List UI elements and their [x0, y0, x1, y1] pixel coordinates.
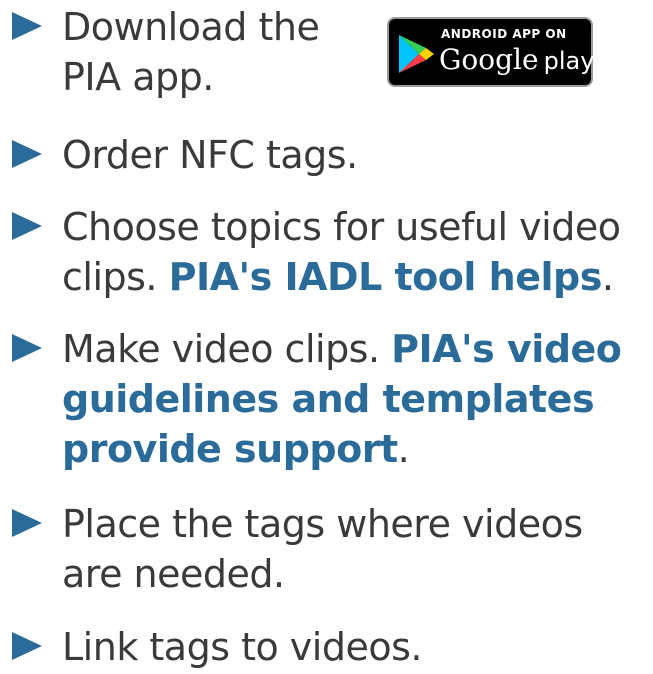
item-text-make-clips-post: .	[397, 427, 410, 471]
bullet-arrow-icon	[12, 212, 42, 240]
item-text-make-clips-pre: Make video clips.	[62, 327, 392, 371]
bullet-arrow-icon	[12, 12, 42, 40]
item-text-order: Order NFC tags.	[62, 133, 358, 177]
badge-top-text: ANDROID APP ON	[441, 27, 567, 41]
iadl-tool-link[interactable]: PIA's IADL tool helps	[169, 255, 603, 299]
item-text-topics: Choose topics for useful video clips. PI…	[62, 202, 621, 302]
bullet-list: Download the PIA app. ANDROID APP ON Goo…	[0, 0, 653, 674]
google-play-badge[interactable]: ANDROID APP ON Google play	[387, 17, 594, 87]
item-text-topics-post: .	[601, 255, 614, 299]
badge-bottom-text: Google play	[439, 43, 594, 76]
bullet-arrow-icon	[12, 509, 42, 537]
bullet-arrow-icon	[12, 334, 42, 362]
item-text-link-tags: Link tags to videos.	[62, 625, 422, 669]
item-text-download: Download the PIA app.	[62, 5, 320, 99]
badge-product: play	[543, 47, 595, 75]
badge-brand: Google	[439, 43, 539, 76]
bullet-arrow-icon	[12, 140, 42, 168]
item-text-make-clips: Make video clips. PIA's video guidelines…	[62, 324, 622, 474]
item-text-place-tags: Place the tags where videos are needed.	[62, 502, 583, 596]
google-play-icon	[399, 35, 434, 73]
bullet-arrow-icon	[12, 632, 42, 660]
